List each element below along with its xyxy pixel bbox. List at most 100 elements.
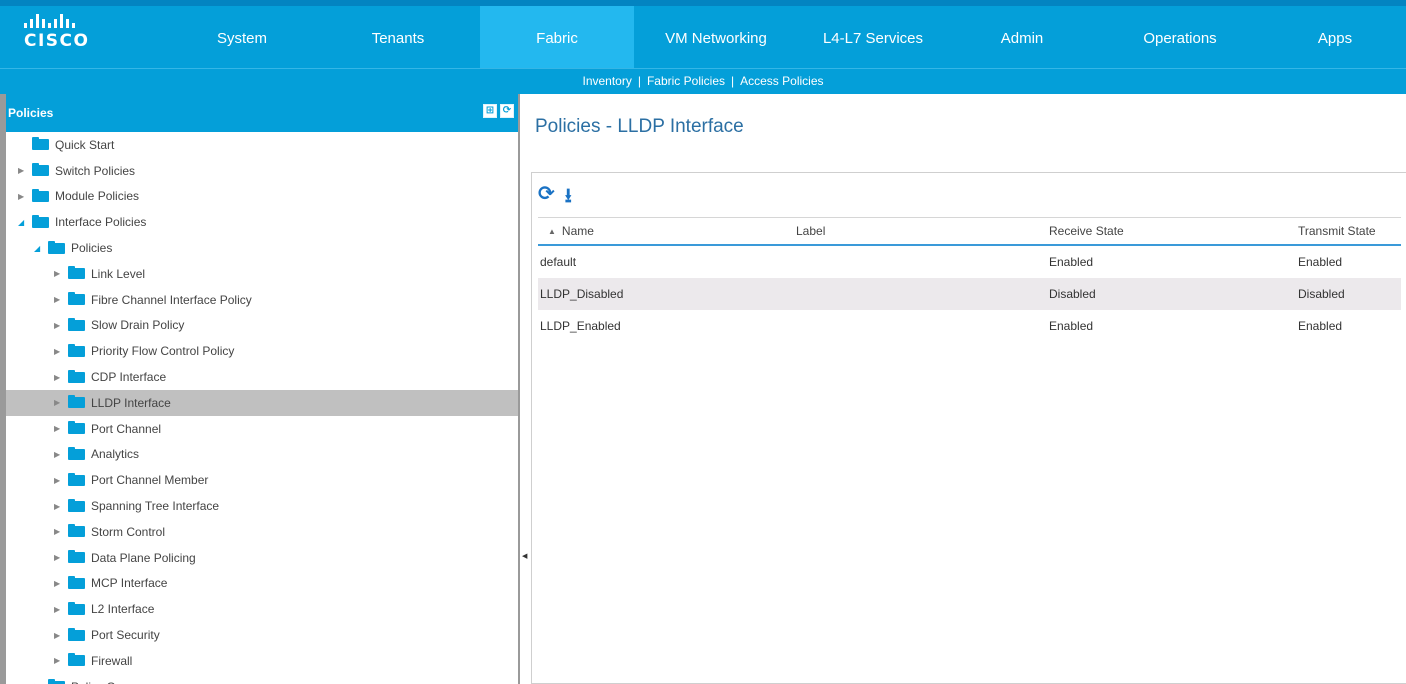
folder-icon (32, 137, 49, 151)
collapse-arrow-icon[interactable]: ◀ (522, 552, 527, 560)
tree-item-label: Data Plane Policing (91, 550, 196, 565)
expand-tree-icon[interactable]: ⊞ (483, 104, 497, 118)
folder-icon (68, 395, 85, 409)
caret-collapsed-icon[interactable]: ▶ (54, 398, 64, 407)
tree-item[interactable]: ▶ Port Channel Member (6, 467, 518, 493)
folder-icon (32, 214, 49, 228)
column-header-label[interactable]: Label (796, 218, 825, 244)
page-title: Policies - LLDP Interface (535, 116, 744, 137)
panel-header: Policies ⊞ ⟳ (6, 94, 518, 132)
folder-icon (68, 446, 85, 460)
tree-item[interactable]: ▶ Data Plane Policing (6, 545, 518, 571)
column-header-transmit-state[interactable]: Transmit State (1298, 218, 1376, 244)
cell-transmit-state: Enabled (1298, 319, 1343, 333)
tree-item[interactable]: ◢ Policies (6, 235, 518, 261)
tree-item-label: Policy Groups (71, 680, 146, 684)
caret-collapsed-icon[interactable]: ▶ (54, 631, 64, 640)
tree-item[interactable]: ▶ LLDP Interface (6, 390, 518, 416)
refresh-icon[interactable]: ⟳ (538, 181, 555, 215)
cell-receive-state: Enabled (1049, 319, 1094, 333)
tree-item[interactable]: ▶ Storm Control (6, 519, 518, 545)
subnav-access-policies[interactable]: Access Policies (736, 74, 827, 88)
tree-item-label: Policies (71, 241, 113, 256)
column-header-receive-state[interactable]: Receive State (1049, 218, 1124, 244)
caret-collapsed-icon[interactable]: ▶ (18, 192, 28, 201)
caret-collapsed-icon[interactable]: ▶ (54, 605, 64, 614)
subnav-fabric-policies[interactable]: Fabric Policies (643, 74, 729, 88)
panel-tools: ⊞ ⟳ (483, 104, 514, 118)
caret-collapsed-icon[interactable]: ▶ (54, 502, 64, 511)
tree-item[interactable]: ▶ Spanning Tree Interface (6, 493, 518, 519)
tab-operations[interactable]: Operations (1096, 6, 1264, 68)
caret-collapsed-icon[interactable]: ▶ (18, 166, 28, 175)
tree-item[interactable]: ▶ Analytics (6, 442, 518, 468)
cell-receive-state: Enabled (1049, 255, 1094, 269)
tab-vm-networking[interactable]: VM Networking (634, 6, 798, 68)
tree-item[interactable]: ▶ Switch Policies (6, 158, 518, 184)
tree-item-label: Analytics (91, 447, 140, 462)
panel-splitter[interactable]: ◀ (521, 94, 531, 684)
caret-collapsed-icon[interactable]: ▶ (54, 321, 64, 330)
tree-item[interactable]: Quick Start (6, 132, 518, 158)
tree-item[interactable]: ▶ Port Security (6, 622, 518, 648)
cell-name: LLDP_Disabled (540, 287, 624, 301)
tree-item[interactable]: ▶ MCP Interface (6, 571, 518, 597)
subnav-separator: | (637, 74, 641, 88)
tree-item-label: Firewall (91, 653, 133, 668)
caret-expanded-icon[interactable]: ◢ (18, 218, 28, 227)
tree-item[interactable]: ▶ Fibre Channel Interface Policy (6, 287, 518, 313)
tree-item-label: Slow Drain Policy (91, 318, 185, 333)
table-row[interactable]: default Enabled Enabled (538, 246, 1401, 278)
tree-item-label: Spanning Tree Interface (91, 499, 220, 514)
table-row[interactable]: LLDP_Disabled Disabled Disabled (538, 278, 1401, 310)
tab-tenants[interactable]: Tenants (316, 6, 480, 68)
caret-collapsed-icon[interactable]: ▶ (54, 269, 64, 278)
caret-collapsed-icon[interactable]: ▶ (54, 347, 64, 356)
cisco-logo-text: CISCO (24, 31, 90, 51)
tree-item-label: Port Channel (91, 421, 162, 436)
caret-collapsed-icon[interactable]: ▶ (54, 656, 64, 665)
tree-item[interactable]: ▶ Module Policies (6, 184, 518, 210)
caret-collapsed-icon[interactable]: ▶ (54, 476, 64, 485)
tab-fabric[interactable]: Fabric (480, 6, 634, 68)
tab-system[interactable]: System (168, 6, 316, 68)
tree-item[interactable]: ▶ Priority Flow Control Policy (6, 338, 518, 364)
caret-expanded-icon[interactable]: ◢ (34, 244, 44, 253)
table-row[interactable]: LLDP_Enabled Enabled Enabled (538, 310, 1401, 342)
tree-item[interactable]: ▶ Link Level (6, 261, 518, 287)
cell-transmit-state: Enabled (1298, 255, 1343, 269)
tree-item[interactable]: ▶ Firewall (6, 648, 518, 674)
tree-item[interactable]: ▶Policy Groups (6, 674, 518, 684)
caret-collapsed-icon[interactable]: ▶ (54, 424, 64, 433)
cisco-logo[interactable]: CISCO (24, 14, 114, 54)
download-icon[interactable]: ⭳ (565, 181, 572, 215)
folder-icon (68, 317, 85, 331)
caret-collapsed-icon[interactable]: ▶ (54, 527, 64, 536)
folder-icon (68, 472, 85, 486)
caret-collapsed-icon[interactable]: ▶ (54, 450, 64, 459)
work-pane: Policies - LLDP Interface ⟳ ⭳ ▲ Name Labe… (531, 94, 1406, 684)
tree-item[interactable]: ◢ Interface Policies (6, 209, 518, 235)
column-header-name[interactable]: ▲ Name (538, 218, 594, 244)
subnav-inventory[interactable]: Inventory (578, 74, 635, 88)
tree-item[interactable]: ▶ L2 Interface (6, 596, 518, 622)
panel-title: Policies (8, 106, 54, 120)
tree-item[interactable]: ▶ CDP Interface (6, 364, 518, 390)
caret-collapsed-icon[interactable]: ▶ (54, 295, 64, 304)
tab-l4-l7-services[interactable]: L4-L7 Services (798, 6, 948, 68)
tab-admin[interactable]: Admin (948, 6, 1096, 68)
caret-collapsed-icon[interactable]: ▶ (54, 553, 64, 562)
folder-icon (68, 653, 85, 667)
tab-apps[interactable]: Apps (1264, 6, 1406, 68)
caret-collapsed-icon[interactable]: ▶ (54, 579, 64, 588)
caret-collapsed-icon[interactable]: ▶ (54, 373, 64, 382)
refresh-tree-icon[interactable]: ⟳ (500, 104, 514, 118)
folder-icon (68, 550, 85, 564)
folder-icon (68, 627, 85, 641)
tree-item[interactable]: ▶ Slow Drain Policy (6, 313, 518, 339)
folder-icon (68, 266, 85, 280)
top-navigation-bar: CISCO System Tenants Fabric VM Networkin… (0, 0, 1406, 68)
tree-item-label: CDP Interface (91, 370, 167, 385)
tree-item[interactable]: ▶ Port Channel (6, 416, 518, 442)
tree-item-label: Priority Flow Control Policy (91, 344, 235, 359)
